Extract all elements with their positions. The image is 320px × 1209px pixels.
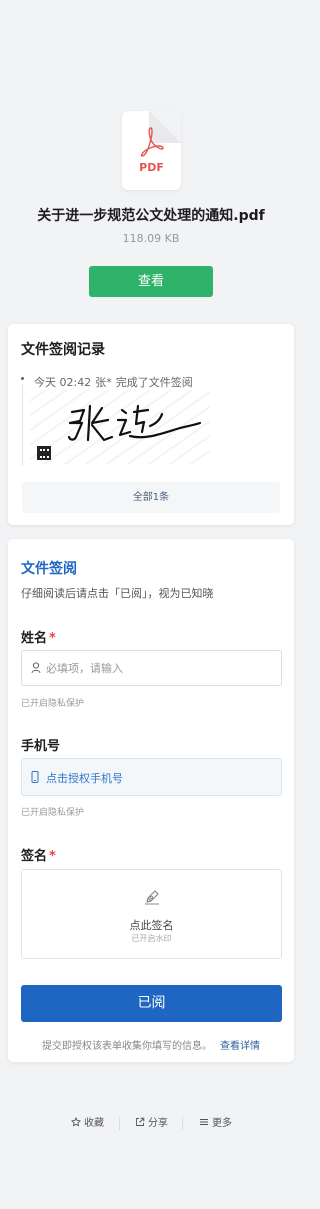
required-mark: * (49, 631, 56, 646)
signature-pad[interactable]: 点此签名 已开启水印 (21, 869, 282, 959)
phone-label: 手机号 (21, 739, 61, 754)
form-title: 文件签阅 (21, 561, 77, 577)
timeline-dot (21, 377, 24, 380)
phone-icon (31, 771, 39, 783)
record-time: 今天 02:42 (34, 376, 92, 389)
record-user: 张* (95, 376, 112, 389)
more-button[interactable]: 更多 (199, 1114, 232, 1129)
share-label: 分享 (148, 1118, 168, 1129)
name-label-text: 姓名 (21, 631, 48, 646)
required-mark: * (49, 849, 56, 864)
file-section: PDF 关于进一步规范公文处理的通知.pdf 118.09 KB 查看 (0, 0, 302, 310)
favorite-label: 收藏 (84, 1118, 104, 1129)
signature-label: 签名 * (21, 845, 56, 864)
record-action: 完成了文件签阅 (115, 376, 193, 389)
submit-read-button[interactable]: 已阅 (21, 985, 282, 1022)
bottom-action-bar: 收藏 分享 更多 (0, 1114, 302, 1134)
favorite-button[interactable]: 收藏 (71, 1114, 104, 1129)
timeline-line (22, 384, 23, 466)
name-input[interactable] (46, 651, 271, 685)
pen-icon (145, 890, 159, 905)
file-name: 关于进一步规范公文处理的通知.pdf (37, 208, 265, 224)
form-description: 仔细阅读后请点击「已阅」，视为已知晓 (21, 587, 214, 600)
sign-form-card: 文件签阅 仔细阅读后请点击「已阅」，视为已知晓 姓名* 已开启隐私保护 手机号 … (8, 539, 294, 1062)
share-button[interactable]: 分享 (135, 1114, 168, 1129)
acrobat-icon (140, 127, 164, 157)
menu-icon (200, 1118, 208, 1125)
view-details-link[interactable]: 查看详情 (220, 1041, 260, 1052)
share-icon (136, 1117, 145, 1126)
consent-notice: 提交即授权该表单收集你填写的信息。 查看详情 (8, 1037, 294, 1052)
pdf-ext-label: PDF (139, 161, 164, 174)
name-label: 姓名 * (21, 627, 56, 646)
divider (182, 1117, 183, 1130)
all-records-button[interactable]: 全部1条 (22, 482, 280, 513)
phone-privacy-hint: 已开启隐私保护 (21, 808, 85, 818)
record-entry: 今天 02:42 张* 完成了文件签阅 (34, 374, 193, 390)
watermark-label: 已开启水印 (131, 934, 172, 943)
consent-text: 提交即授权该表单收集你填写的信息。 (42, 1041, 212, 1052)
records-title: 文件签阅记录 (21, 342, 105, 358)
user-icon (31, 662, 41, 674)
signature-image[interactable] (30, 390, 210, 464)
view-button[interactable]: 查看 (89, 266, 213, 297)
handwritten-signature (67, 404, 202, 442)
more-label: 更多 (212, 1118, 232, 1129)
name-privacy-hint: 已开启隐私保护 (21, 699, 85, 709)
phone-auth-button[interactable]: 点击授权手机号 (21, 758, 282, 796)
name-field[interactable] (21, 650, 282, 686)
star-icon (71, 1116, 81, 1126)
sign-action-label: 点此签名 (129, 919, 174, 932)
file-size: 118.09 KB (122, 232, 180, 245)
qr-code (37, 446, 51, 460)
phone-auth-label: 点击授权手机号 (46, 772, 123, 785)
divider (119, 1117, 120, 1130)
pdf-file-icon[interactable]: PDF (122, 111, 181, 190)
records-card: 文件签阅记录 今天 02:42 张* 完成了文件签阅 全部1条 (8, 324, 294, 525)
signature-label-text: 签名 (21, 849, 48, 864)
